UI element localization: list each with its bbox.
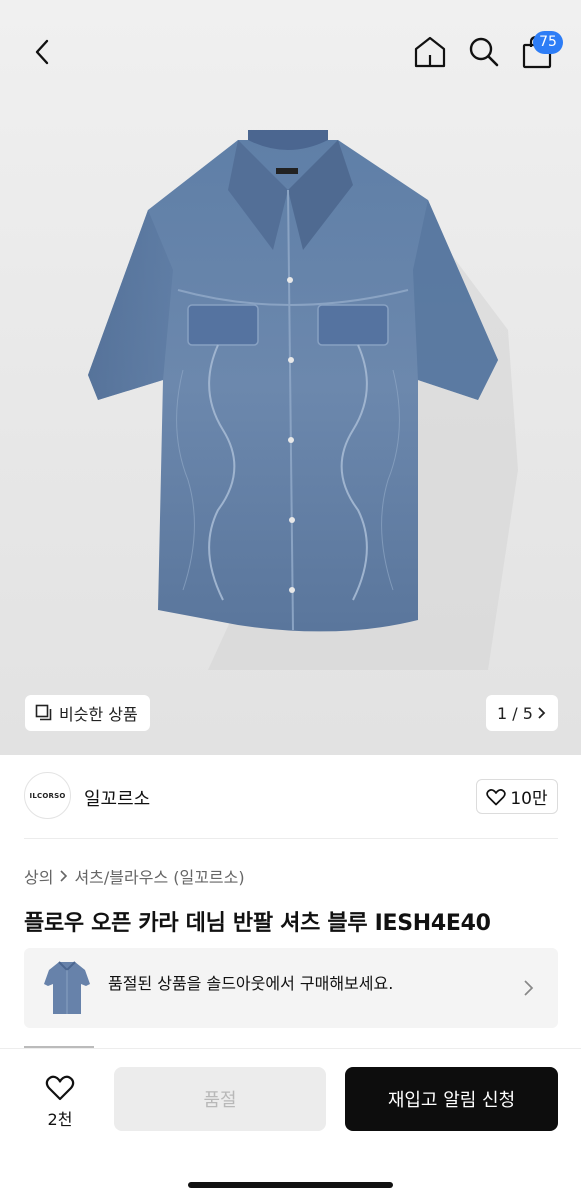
similar-products-label: 비슷한 상품 xyxy=(59,705,138,724)
soldout-promo-banner[interactable]: 품절된 상품을 솔드아웃에서 구매해보세요. xyxy=(24,948,558,1028)
chevron-left-icon xyxy=(35,39,49,65)
back-button[interactable] xyxy=(22,32,62,72)
banner-text: 품절된 상품을 솔드아웃에서 구매해보세요. xyxy=(108,974,394,993)
brand-like-button[interactable]: 10만 xyxy=(476,779,558,814)
bottom-action-bar: 2천 품절 재입고 알림 신청 xyxy=(0,1048,581,1200)
brand-row: ILCORSO 일꼬르소 10만 xyxy=(0,770,581,825)
heart-icon xyxy=(45,1075,75,1101)
wishlist-count: 2천 xyxy=(47,1110,73,1129)
wishlist-button[interactable]: 2천 xyxy=(20,1067,100,1137)
image-pager-button[interactable]: 1 / 5 xyxy=(486,695,558,731)
divider xyxy=(24,838,558,839)
breadcrumb: 상의 셔츠/블라우스 (일꼬르소) xyxy=(24,864,245,888)
breadcrumb-subcategory[interactable]: 셔츠/블라우스 (일꼬르소) xyxy=(74,864,244,888)
brand-logo[interactable]: ILCORSO xyxy=(24,772,71,819)
brand-like-count: 10만 xyxy=(510,789,548,809)
product-image xyxy=(88,130,518,670)
similar-items-icon xyxy=(35,704,52,721)
heart-icon xyxy=(486,788,507,805)
brand-name[interactable]: 일꼬르소 xyxy=(84,785,150,811)
chevron-right-icon xyxy=(524,980,534,996)
product-title: 플로우 오픈 카라 데님 반팔 셔츠 블루 IESH4E40 xyxy=(24,911,491,936)
search-icon xyxy=(469,37,499,67)
top-navigation-bar: 75 xyxy=(0,0,581,100)
chevron-right-icon xyxy=(538,707,546,719)
banner-product-thumbnail xyxy=(44,961,90,1014)
home-button[interactable] xyxy=(408,30,452,74)
similar-products-button[interactable]: 비슷한 상품 xyxy=(25,695,150,731)
home-indicator xyxy=(188,1182,393,1188)
soldout-button: 품절 xyxy=(114,1067,326,1131)
pager-text: 1 / 5 xyxy=(497,703,533,723)
cart-count-badge: 75 xyxy=(533,31,563,54)
search-button[interactable] xyxy=(462,30,506,74)
product-image-gallery[interactable]: 75 비슷한 상품 1 / 5 xyxy=(0,0,581,755)
restock-alert-button[interactable]: 재입고 알림 신청 xyxy=(345,1067,558,1131)
breadcrumb-category[interactable]: 상의 xyxy=(24,864,53,888)
home-icon xyxy=(414,36,446,68)
chevron-right-icon xyxy=(60,870,68,882)
